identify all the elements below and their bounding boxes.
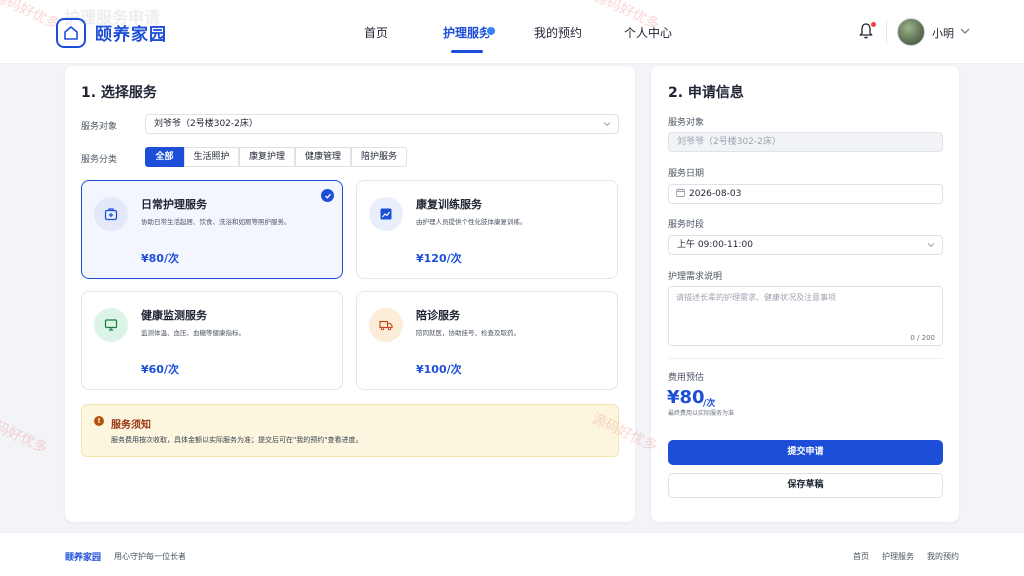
fee-amount: ¥80 — [667, 387, 705, 408]
service-card-escort[interactable]: 陪诊服务 陪同就医，协助挂号、检查及取药。 ¥100/次 — [356, 291, 618, 390]
time-select[interactable]: 上午 09:00-11:00 — [668, 235, 943, 255]
fee-divider — [668, 358, 943, 359]
card-price: ¥60/次 — [141, 363, 179, 376]
card-desc: 由护理人员提供个性化肢体康复训练。 — [416, 218, 527, 226]
card-price: ¥100/次 — [416, 363, 462, 376]
service-category-label: 服务分类 — [81, 155, 118, 165]
service-target-value: 刘爷爷（2号楼302-2床） — [154, 119, 258, 129]
card-title: 日常护理服务 — [141, 198, 207, 211]
username[interactable]: 小明 — [932, 25, 954, 41]
nav-care-service[interactable]: 护理服务 — [443, 24, 491, 41]
alert-icon: ! — [94, 416, 104, 426]
footer: 颐养家园 用心守护每一位长者 首页 护理服务 我的预约 — [0, 532, 1024, 576]
nav-active-underline — [451, 50, 483, 53]
need-label: 护理需求说明 — [668, 272, 723, 282]
top-header: 护理服务申请 颐养家园 首页 护理服务 我的预约 个人中心 小明 — [0, 0, 1024, 64]
need-placeholder: 请描述长辈的护理需求、健康状况及注意事项 — [676, 293, 836, 302]
date-label: 服务日期 — [668, 169, 705, 179]
notice-title: 服务须知 — [111, 420, 151, 431]
service-card-daily-care[interactable]: 日常护理服务 协助日常生活起居、饮食、洗浴和如厕等照护服务。 ¥80/次 — [81, 180, 343, 279]
medkit-icon — [94, 197, 128, 231]
filter-all[interactable]: 全部 — [145, 147, 184, 167]
header-divider — [886, 20, 887, 44]
footer-slogan: 用心守护每一位长者 — [114, 552, 186, 561]
service-card-rehab[interactable]: 康复训练服务 由护理人员提供个性化肢体康复训练。 ¥120/次 — [356, 180, 618, 279]
date-field[interactable]: 2026-08-03 — [668, 184, 943, 204]
save-draft-button[interactable]: 保存草稿 — [668, 473, 943, 498]
notification-dot — [871, 22, 876, 27]
filter-escort[interactable]: 陪护服务 — [351, 147, 407, 167]
nav-home[interactable]: 首页 — [364, 24, 388, 41]
watermark: 源码好优多 — [0, 412, 50, 457]
monitor-icon — [94, 308, 128, 342]
target-label: 服务对象 — [668, 118, 705, 128]
time-value: 上午 09:00-11:00 — [677, 240, 753, 250]
card-desc: 监测体温、血压、血糖等健康指标。 — [141, 329, 245, 337]
home-logo-icon[interactable] — [56, 18, 86, 48]
footer-link-care[interactable]: 护理服务 — [882, 551, 914, 562]
card-price: ¥120/次 — [416, 252, 462, 265]
nav-my-appointments[interactable]: 我的预约 — [534, 24, 582, 41]
footer-link-appointments[interactable]: 我的预约 — [927, 551, 959, 562]
application-info-title: 2. 申请信息 — [668, 85, 744, 101]
card-title: 康复训练服务 — [416, 198, 482, 211]
filter-health-mgmt[interactable]: 健康管理 — [295, 147, 351, 167]
chevron-down-icon — [927, 243, 935, 248]
chevron-down-icon — [603, 122, 611, 127]
date-value: 2026-08-03 — [689, 189, 742, 199]
service-card-health-monitor[interactable]: 健康监测服务 监测体温、血压、血糖等健康指标。 ¥60/次 — [81, 291, 343, 390]
chevron-down-icon[interactable] — [960, 27, 970, 35]
select-service-title: 1. 选择服务 — [81, 85, 157, 101]
fee-note: 最终费用以实际服务为准 — [668, 410, 735, 417]
target-field: 刘爷爷（2号楼302-2床） — [668, 132, 943, 152]
filter-daily-care[interactable]: 生活照护 — [184, 147, 239, 167]
card-price: ¥80/次 — [141, 252, 179, 265]
filter-rehab-care[interactable]: 康复护理 — [239, 147, 295, 167]
footer-brand[interactable]: 颐养家园 — [65, 550, 101, 563]
card-desc: 陪同就医，协助挂号、检查及取药。 — [416, 329, 520, 337]
need-textarea[interactable]: 请描述长辈的护理需求、健康状况及注意事项 0 / 200 — [668, 286, 943, 346]
char-counter: 0 / 200 — [910, 334, 935, 342]
card-title: 健康监测服务 — [141, 309, 207, 322]
fee-label: 费用预估 — [668, 373, 705, 383]
nav-indicator-dot — [486, 26, 496, 36]
brand-name[interactable]: 颐养家园 — [95, 20, 167, 45]
avatar[interactable] — [897, 18, 925, 46]
service-notice: ! 服务须知 服务费用按次收取，具体金额以实际服务为准；提交后可在"我的预约"查… — [81, 404, 619, 457]
submit-button[interactable]: 提交申请 — [668, 440, 943, 465]
nav-profile[interactable]: 个人中心 — [624, 24, 672, 41]
service-target-label: 服务对象 — [81, 122, 118, 132]
card-title: 陪诊服务 — [416, 309, 460, 322]
truck-icon — [369, 308, 403, 342]
card-desc: 协助日常生活起居、饮食、洗浴和如厕等照护服务。 — [141, 218, 291, 226]
check-icon — [321, 189, 334, 202]
trend-chart-icon — [369, 197, 403, 231]
notice-text: 服务费用按次收取，具体金额以实际服务为准；提交后可在"我的预约"查看进度。 — [111, 436, 363, 444]
footer-link-home[interactable]: 首页 — [853, 551, 869, 562]
service-target-select[interactable]: 刘爷爷（2号楼302-2床） — [145, 114, 619, 134]
time-label: 服务时段 — [668, 220, 705, 230]
calendar-icon — [676, 188, 685, 197]
